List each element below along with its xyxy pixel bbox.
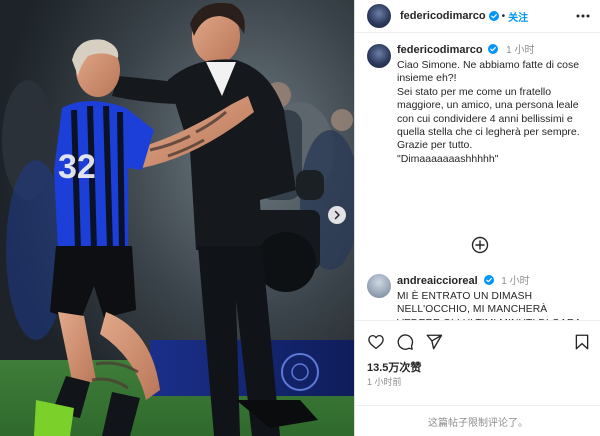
verified-badge-icon <box>488 11 499 21</box>
photo-celebration-illustration: 32 <box>0 0 354 436</box>
comment-item: andreaiccioreal 1 小时 MI È ENTRATO UN DIM… <box>355 266 600 320</box>
more-horizontal-icon[interactable] <box>575 8 591 24</box>
chevron-right-icon <box>334 210 340 220</box>
load-more-comments-icon[interactable] <box>471 236 489 254</box>
post-photo[interactable]: 32 <box>0 0 354 436</box>
bookmark-icon[interactable] <box>573 333 591 351</box>
post-header: federicodimarco • 关注 <box>355 0 600 33</box>
commenter-avatar[interactable] <box>367 274 391 298</box>
verified-badge-icon <box>483 275 494 285</box>
author-username[interactable]: federicodimarco <box>400 10 486 22</box>
post-time[interactable]: 1 小时前 <box>367 375 402 388</box>
follow-button[interactable]: 关注 <box>508 9 528 24</box>
post-actions: 13.5万次赞 1 小时前 这篇帖子限制评论了。 <box>355 320 600 436</box>
comment-text: MI È ENTRATO UN DIMASH NELL'OCCHIO, MI M… <box>397 291 581 320</box>
comment-icon[interactable] <box>396 333 414 351</box>
caption-text: Ciao Simone. Ne abbiamo fatte di cose in… <box>397 59 591 166</box>
caption-line: Ciao Simone. Ne abbiamo fatte di cose in… <box>397 59 580 85</box>
caption-line: "Dimaaaaaaashhhhh" <box>397 152 499 165</box>
svg-text:32: 32 <box>58 148 96 186</box>
like-count[interactable]: 13.5万次赞 <box>367 359 421 375</box>
comments-section[interactable]: federicodimarco 1 小时 Ciao Simone. Ne abb… <box>355 34 600 320</box>
caption-avatar[interactable] <box>367 44 391 68</box>
post-sidebar: federicodimarco • 关注 federicodimarco 1 小… <box>354 0 600 436</box>
caption-time: 1 小时 <box>506 45 535 56</box>
heart-icon[interactable] <box>367 333 385 351</box>
commenter-username[interactable]: andreaiccioreal <box>397 275 478 287</box>
carousel-next-button[interactable] <box>328 206 346 224</box>
caption-line: Grazie per tutto. <box>397 139 473 152</box>
verified-badge-icon <box>488 44 499 54</box>
caption-username[interactable]: federicodimarco <box>397 44 483 56</box>
comments-disabled-notice: 这篇帖子限制评论了。 <box>355 405 600 436</box>
author-avatar[interactable] <box>367 4 391 28</box>
header-separator: • <box>501 10 506 22</box>
caption-comment: federicodimarco 1 小时 Ciao Simone. Ne abb… <box>355 34 600 166</box>
comment-time: 1 小时 <box>501 276 530 287</box>
caption-line: Sei stato per me come un fratello maggio… <box>397 85 580 139</box>
share-icon[interactable] <box>425 333 443 351</box>
